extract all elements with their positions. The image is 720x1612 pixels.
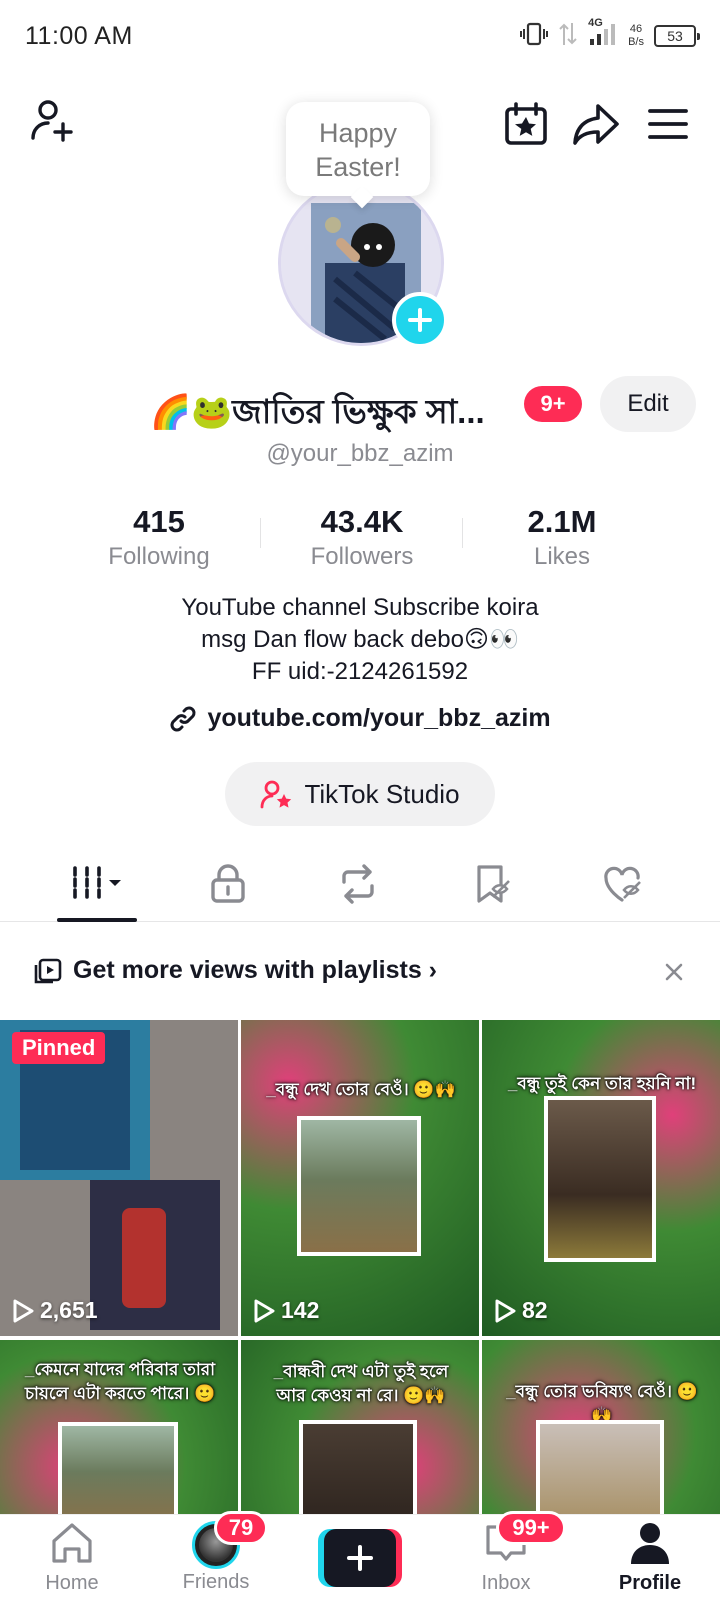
inbox-badge: 99+ — [496, 1511, 566, 1545]
status-time: 11:00 AM — [25, 22, 133, 50]
repost-icon — [342, 864, 374, 904]
studio-person-star-icon — [261, 780, 292, 809]
easter-tooltip[interactable]: Happy Easter! — [286, 102, 430, 196]
heart-hidden-icon — [604, 866, 641, 902]
profile-bio: YouTube channel Subscribe koira msg Dan … — [0, 592, 720, 688]
video-thumbnail[interactable]: _বন্ধু দেখ তোর বেওঁ। 🙂🙌 142 — [241, 1020, 479, 1336]
grid-bars-icon — [73, 866, 121, 902]
network-speed: 46 B/s — [628, 23, 644, 48]
nav-profile[interactable]: Profile — [590, 1521, 710, 1595]
username-handle: @your_bbz_azim — [266, 440, 454, 467]
playlist-icon — [34, 958, 62, 984]
play-icon — [254, 1299, 275, 1322]
display-name[interactable]: 🌈🐸জাতির ভিক্ষুক সা... — [150, 386, 520, 442]
video-caption: _বন্ধু দেখ তোর বেওঁ। 🙂🙌 — [266, 1080, 456, 1099]
stat-followers[interactable]: 43.4K Followers — [262, 502, 462, 572]
active-tab-indicator — [57, 918, 137, 922]
tab-private[interactable] — [188, 854, 268, 914]
playlist-banner-text: Get more views with playlists › — [73, 956, 438, 984]
calendar-button[interactable] — [498, 96, 554, 152]
tooltip-line-1: Happy — [318, 118, 398, 148]
close-icon — [665, 963, 683, 981]
followers-label: Followers — [310, 543, 414, 570]
play-icon — [495, 1299, 516, 1322]
status-icons: 4G 46 B/s 53 — [520, 17, 700, 54]
bottom-navigation: Home Friends 79 Inbox 99+ Profile — [0, 1511, 720, 1612]
bio-link[interactable]: youtube.com/your_bbz_azim — [0, 704, 720, 733]
bio-line: FF uid:-2124261592 — [251, 658, 469, 685]
battery-icon: 53 — [654, 25, 700, 47]
network-type: 4G — [588, 16, 603, 29]
bio-line: YouTube channel Subscribe koira — [181, 594, 539, 621]
stat-following[interactable]: 415 Following — [59, 502, 259, 572]
view-count: 82 — [494, 1297, 548, 1324]
tab-liked[interactable] — [584, 854, 664, 914]
home-icon — [52, 1523, 92, 1563]
following-label: Following — [108, 543, 210, 570]
vibrate-icon — [520, 21, 549, 52]
plus-icon — [408, 308, 432, 332]
video-thumbnail[interactable]: Pinned 2,651 — [0, 1020, 238, 1336]
add-friend-button[interactable] — [24, 92, 80, 148]
playlist-banner[interactable]: Get more views with playlists › — [0, 934, 720, 1006]
pinned-badge: Pinned — [12, 1032, 106, 1064]
stats-row: 415 Following 43.4K Followers 2.1M Likes — [0, 502, 720, 574]
video-caption: _কেমনে যাদের পরিবার তারা চায়লে এটা করতে… — [24, 1360, 216, 1403]
tab-reposts[interactable] — [318, 854, 398, 914]
bookmark-hidden-icon — [477, 865, 510, 903]
create-button[interactable] — [318, 1529, 402, 1587]
close-banner-button[interactable] — [656, 954, 692, 990]
followers-count: 43.4K — [320, 504, 404, 539]
likes-count: 2.1M — [527, 504, 597, 539]
bio-link-text: youtube.com/your_bbz_azim — [207, 704, 551, 732]
data-arrows-icon — [558, 21, 578, 52]
plus-icon — [347, 1545, 373, 1571]
status-bar: 11:00 AM 4G 46 B/s 53 — [0, 0, 720, 72]
friends-badge: 79 — [214, 1511, 268, 1545]
signal-4g-icon: 4G — [588, 17, 618, 52]
likes-label: Likes — [533, 543, 591, 570]
add-avatar-button[interactable] — [392, 292, 448, 348]
share-arrow-icon — [573, 104, 619, 145]
video-photo — [297, 1116, 421, 1256]
content-tabs — [0, 846, 720, 922]
share-profile-button[interactable] — [568, 96, 624, 152]
stat-likes[interactable]: 2.1M Likes — [462, 502, 662, 572]
calendar-star-icon — [505, 102, 547, 145]
video-photo — [544, 1096, 656, 1262]
lock-icon — [211, 864, 245, 903]
stat-divider — [260, 518, 261, 548]
tab-favorites[interactable] — [452, 854, 532, 914]
view-count: 142 — [253, 1297, 319, 1324]
video-caption: _বান্ধবী দেখ এটা তুই হলে আর কেওয় না রে।… — [273, 1362, 449, 1405]
bio-line: msg Dan flow back debo🙃👀 — [201, 626, 519, 653]
tooltip-line-2: Easter! — [315, 152, 401, 182]
link-icon — [170, 706, 196, 731]
person-add-icon — [31, 100, 73, 142]
hamburger-menu-icon — [648, 109, 688, 139]
edit-profile-button[interactable]: Edit — [600, 376, 696, 432]
menu-button[interactable] — [640, 96, 696, 152]
tab-videos[interactable] — [57, 854, 137, 914]
tiktok-studio-button[interactable]: TikTok Studio — [225, 762, 495, 826]
studio-label: TikTok Studio — [304, 778, 460, 809]
nav-home[interactable]: Home — [12, 1521, 132, 1595]
profile-icon — [631, 1523, 669, 1564]
name-notification-badge[interactable]: 9+ — [524, 386, 582, 422]
following-count: 415 — [133, 504, 185, 539]
video-thumbnail[interactable]: _বন্ধু তুই কেন তার হয়নি না!😥 82 — [482, 1020, 720, 1336]
play-icon — [13, 1299, 34, 1322]
view-count: 2,651 — [12, 1297, 98, 1324]
